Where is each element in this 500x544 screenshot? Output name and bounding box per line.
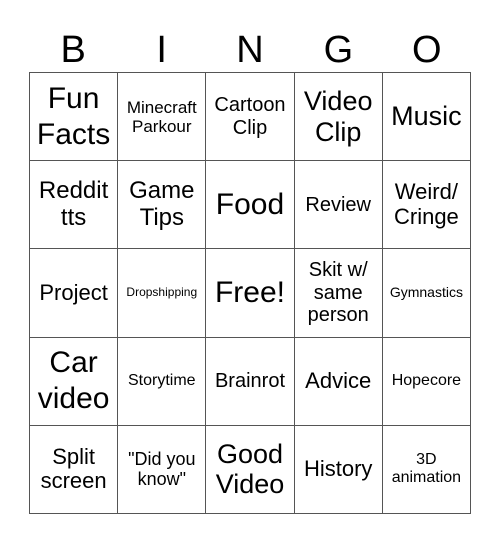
header-letter-g: G [323, 29, 354, 71]
bingo-cell[interactable]: Weird/ Cringe [382, 161, 471, 250]
bingo-header: B I N G O [29, 28, 471, 72]
bingo-cell[interactable]: Music [382, 73, 471, 162]
bingo-cell[interactable]: History [294, 425, 383, 514]
bingo-cell[interactable]: Video Clip [294, 73, 383, 162]
bingo-cell[interactable]: Storytime [118, 337, 207, 426]
bingo-cell free-space[interactable]: Free! [206, 249, 295, 338]
bingo-cell[interactable]: Reddit tts [30, 161, 119, 250]
bingo-cell[interactable]: Split screen [30, 425, 119, 514]
bingo-grid: Fun Facts Minecraft Parkour Cartoon Clip… [29, 72, 471, 514]
bingo-cell[interactable]: Brainrot [206, 337, 295, 426]
bingo-cell[interactable]: Skit w/ same person [294, 249, 383, 338]
bingo-cell[interactable]: Hopecore [382, 337, 471, 426]
bingo-cell[interactable]: Advice [294, 337, 383, 426]
bingo-cell[interactable]: Gymnastics [382, 249, 471, 338]
bingo-cell[interactable]: Good Video [206, 425, 295, 514]
bingo-cell[interactable]: Food [206, 161, 295, 250]
header-letter-b: B [60, 29, 86, 71]
bingo-cell[interactable]: Minecraft Parkour [118, 73, 207, 162]
header-letter-o: O [412, 29, 442, 71]
header-letter-i: I [156, 29, 167, 71]
bingo-cell[interactable]: Fun Facts [30, 73, 119, 162]
bingo-cell[interactable]: "Did you know" [118, 425, 207, 514]
header-letter-n: N [236, 29, 264, 71]
bingo-cell[interactable]: Review [294, 161, 383, 250]
bingo-cell[interactable]: Project [30, 249, 119, 338]
bingo-cell[interactable]: 3D animation [382, 425, 471, 514]
bingo-cell[interactable]: Cartoon Clip [206, 73, 295, 162]
bingo-cell[interactable]: Car video [30, 337, 119, 426]
bingo-cell[interactable]: Game Tips [118, 161, 207, 250]
bingo-cell[interactable]: Dropshipping [118, 249, 207, 338]
